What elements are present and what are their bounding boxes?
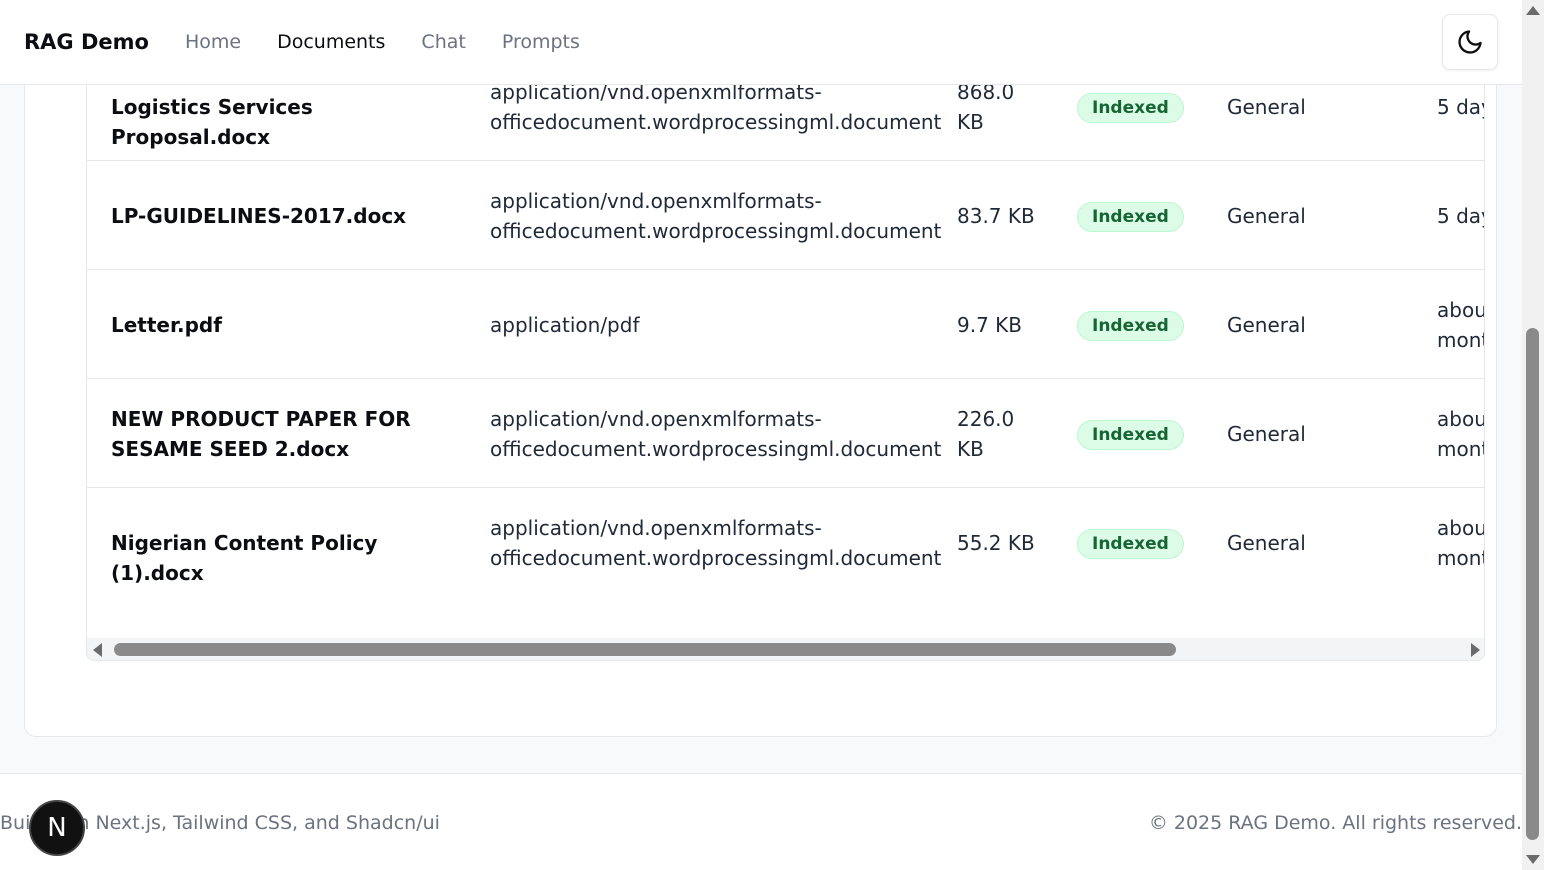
document-name: LP-GUIDELINES-2017.docx — [111, 201, 451, 231]
status-cell: Indexed — [1077, 91, 1184, 123]
document-mime-type-line: application/vnd.openxmlformats- — [490, 406, 822, 431]
document-size: 9.7 KB — [957, 310, 1037, 340]
status-cell: Indexed — [1077, 309, 1184, 341]
document-size: 226.0 KB — [957, 404, 1037, 464]
document-mime-type-line: application/pdf — [490, 312, 640, 337]
nav-link-documents[interactable]: Documents — [277, 31, 385, 53]
document-mime-type: application/vnd.openxmlformats-officedoc… — [490, 77, 942, 137]
document-name-line: Letter.pdf — [111, 312, 222, 337]
document-category: General — [1227, 203, 1306, 228]
document-category: General — [1227, 94, 1306, 119]
document-uploaded-date-line: mont — [1437, 545, 1485, 570]
document-uploaded-date: abou mont — [1437, 513, 1485, 573]
document-size: 55.2 KB — [957, 528, 1037, 558]
vertical-scrollbar[interactable] — [1522, 0, 1544, 870]
document-name: Letter.pdf — [111, 310, 451, 340]
status-cell: Indexed — [1077, 527, 1184, 559]
documents-table[interactable]: 24-2020.pdfapplication/pdfKBIndexedGener… — [86, 0, 1485, 661]
table-row[interactable]: LP-GUIDELINES-2017.docx application/vnd.o… — [87, 161, 1484, 270]
document-size-line: KB — [957, 436, 984, 461]
document-size: 83.7 KB — [957, 201, 1037, 231]
footer-copyright-text: © 2025 RAG Demo. All rights reserved. — [1148, 812, 1522, 834]
status-badge: Indexed — [1077, 201, 1184, 232]
brand-logo-text[interactable]: RAG Demo — [24, 30, 149, 54]
nav-link-chat[interactable]: Chat — [421, 31, 465, 53]
document-name-line: Nigerian Content Policy (1).docx — [111, 530, 378, 585]
vertical-scroll-thumb[interactable] — [1526, 328, 1539, 840]
moon-icon — [1458, 30, 1482, 54]
scroll-down-icon[interactable] — [1526, 855, 1540, 864]
document-mime-type-line: officedocument.wordprocessingml.document — [490, 218, 942, 243]
document-uploaded-date-line: mont — [1437, 436, 1485, 461]
document-mime-type: application/vnd.openxmlformats-officedoc… — [490, 186, 942, 246]
scroll-up-icon[interactable] — [1526, 6, 1540, 15]
document-uploaded-date-line: abou — [1437, 515, 1485, 540]
document-size-line: 226.0 — [957, 406, 1015, 431]
document-mime-type-line: officedocument.wordprocessingml.document — [490, 545, 942, 570]
page-footer: Built with Next.js, Tailwind CSS, and Sh… — [0, 773, 1522, 870]
table-row[interactable]: Letter.pdf application/pdf 9.7 KB Indexed Ge… — [87, 270, 1485, 379]
scroll-left-icon[interactable] — [93, 643, 102, 657]
scroll-right-icon[interactable] — [1471, 643, 1480, 657]
document-name: Logistics Services Proposal.docx — [111, 92, 451, 152]
document-name: NEW PRODUCT PAPER FOR SESAME SEED 2.docx — [111, 404, 451, 464]
document-mime-type-line: officedocument.wordprocessingml.document — [490, 109, 942, 134]
nav-link-prompts[interactable]: Prompts — [502, 31, 580, 53]
document-uploaded-date: 5 day — [1437, 201, 1484, 231]
document-mime-type-line: application/vnd.openxmlformats- — [490, 515, 822, 540]
document-mime-type: application/vnd.openxmlformats-officedoc… — [490, 513, 942, 573]
table-row[interactable]: Nigerian Content Policy (1).docx applicat… — [87, 488, 1485, 597]
status-badge: Indexed — [1077, 92, 1184, 123]
status-badge: Indexed — [1077, 310, 1184, 341]
table-body: 24-2020.pdfapplication/pdfKBIndexedGener… — [87, 0, 1485, 597]
theme-toggle-button[interactable] — [1442, 14, 1498, 70]
nextjs-logo-icon: N — [47, 813, 67, 843]
main-nav: Home Documents Chat Prompts — [185, 31, 580, 53]
document-uploaded-date-line: abou — [1437, 406, 1485, 431]
document-name-line: LP-GUIDELINES-2017.docx — [111, 203, 407, 228]
horizontal-scroll-thumb[interactable] — [114, 643, 1176, 656]
document-mime-type-line: officedocument.wordprocessingml.document — [490, 436, 942, 461]
document-size-line: 83.7 KB — [957, 203, 1035, 228]
document-mime-type: application/pdf — [490, 310, 930, 340]
status-badge: Indexed — [1077, 419, 1184, 450]
horizontal-scrollbar[interactable] — [87, 638, 1484, 660]
document-uploaded-date: abou mont — [1437, 404, 1485, 464]
document-size: 868.0 KB — [957, 77, 1037, 137]
document-name-line: Logistics Services Proposal.docx — [111, 94, 313, 149]
document-size-line: 9.7 KB — [957, 312, 1022, 337]
document-uploaded-date: abou mont — [1437, 295, 1485, 355]
document-uploaded-date-line: mont — [1437, 327, 1485, 352]
documents-card: 24-2020.pdfapplication/pdfKBIndexedGener… — [24, 0, 1497, 737]
top-nav-bar: RAG Demo Home Documents Chat Prompts — [0, 0, 1522, 85]
document-size-line: KB — [957, 109, 984, 134]
document-name-line: SESAME SEED 2.docx — [111, 436, 350, 461]
document-uploaded-date-line: 5 day — [1437, 203, 1484, 228]
status-cell: Indexed — [1077, 418, 1184, 450]
document-name: Nigerian Content Policy (1).docx — [111, 528, 451, 588]
document-uploaded-date-line: abou — [1437, 297, 1485, 322]
document-uploaded-date: 5 day — [1437, 92, 1484, 122]
table-row[interactable]: NEW PRODUCT PAPER FOR SESAME SEED 2.docx a… — [87, 379, 1485, 488]
document-size-line: 55.2 KB — [957, 530, 1035, 555]
status-cell: Indexed — [1077, 200, 1184, 232]
document-category: General — [1227, 421, 1306, 446]
document-uploaded-date-line: 5 day — [1437, 94, 1484, 119]
document-mime-type-line: application/vnd.openxmlformats- — [490, 188, 822, 213]
status-badge: Indexed — [1077, 528, 1184, 559]
nav-link-home[interactable]: Home — [185, 31, 241, 53]
document-mime-type: application/vnd.openxmlformats-officedoc… — [490, 404, 942, 464]
nextjs-dev-badge[interactable]: N — [29, 800, 85, 856]
document-category: General — [1227, 530, 1306, 555]
document-category: General — [1227, 312, 1306, 337]
document-name-line: NEW PRODUCT PAPER FOR — [111, 406, 411, 431]
